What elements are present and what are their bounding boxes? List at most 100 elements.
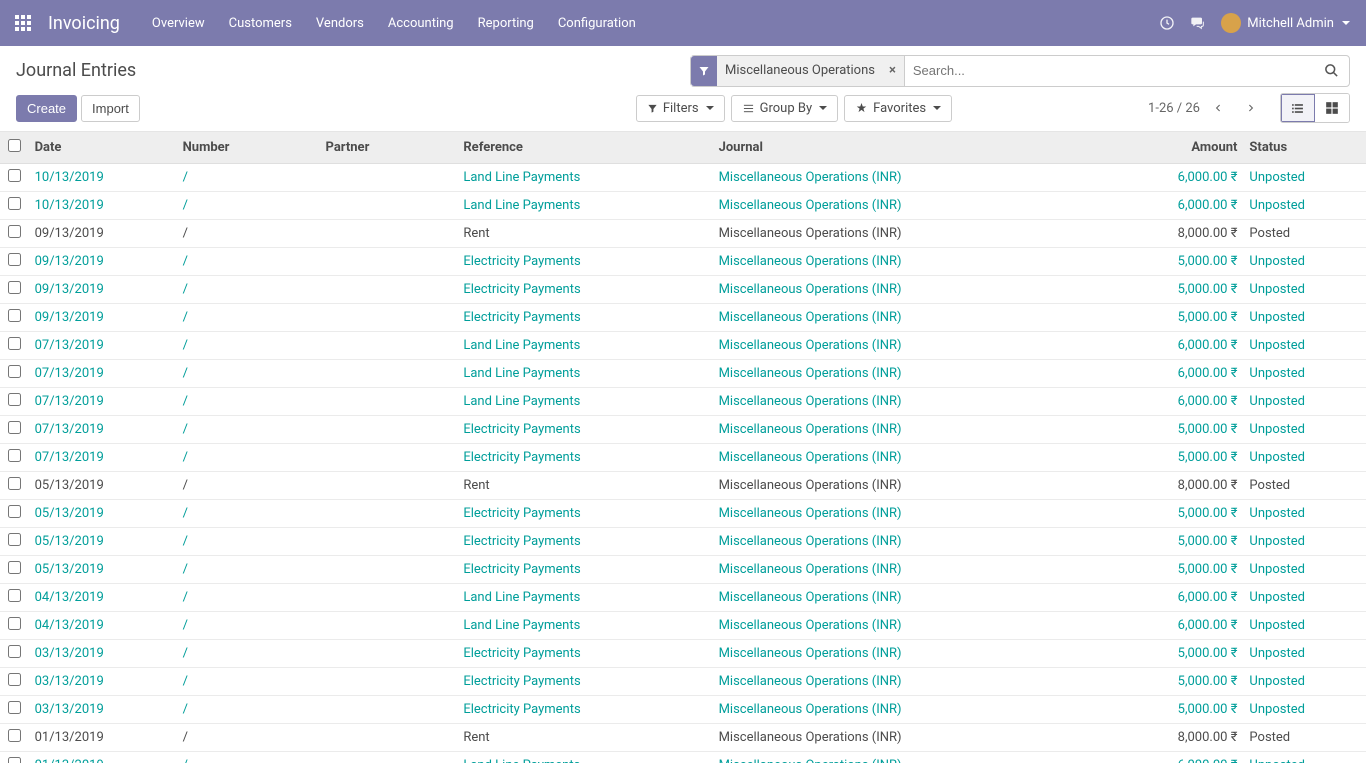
cell-number[interactable]: / [183,702,188,717]
cell-number[interactable]: / [183,562,188,577]
table-row[interactable]: 05/13/2019/Electricity PaymentsMiscellan… [0,556,1366,584]
select-all-checkbox[interactable] [8,139,21,152]
cell-amount[interactable]: 6,000.00 ₹ [1178,618,1238,633]
table-row[interactable]: 03/13/2019/Electricity PaymentsMiscellan… [0,668,1366,696]
menu-customers[interactable]: Customers [217,2,304,45]
groupby-dropdown[interactable]: Group By [731,95,839,122]
cell-number[interactable]: / [183,646,188,661]
row-checkbox[interactable] [8,421,21,434]
cell-status[interactable]: Unposted [1249,198,1305,213]
cell-reference[interactable]: Electricity Payments [463,254,580,269]
cell-reference[interactable]: Electricity Payments [463,450,580,465]
table-row[interactable]: 07/13/2019/Electricity PaymentsMiscellan… [0,444,1366,472]
list-view-button[interactable] [1281,94,1315,122]
cell-date[interactable]: 09/13/2019 [35,310,104,325]
table-scroll[interactable]: Date Number Partner Reference Journal Am… [0,131,1366,763]
table-row[interactable]: 07/13/2019/Land Line PaymentsMiscellaneo… [0,332,1366,360]
messages-icon[interactable] [1189,15,1207,31]
create-button[interactable]: Create [16,95,77,122]
cell-amount[interactable]: 6,000.00 ₹ [1178,758,1238,763]
row-checkbox[interactable] [8,757,21,763]
cell-amount[interactable]: 5,000.00 ₹ [1178,562,1238,577]
cell-number[interactable]: / [183,170,188,185]
row-checkbox[interactable] [8,729,21,742]
cell-number[interactable]: / [183,422,188,437]
cell-status[interactable]: Unposted [1249,674,1305,689]
col-partner[interactable]: Partner [320,132,458,164]
cell-status[interactable]: Unposted [1249,590,1305,605]
cell-reference[interactable]: Electricity Payments [463,646,580,661]
search-input[interactable] [905,63,1314,78]
cell-number[interactable]: / [183,674,188,689]
menu-overview[interactable]: Overview [140,2,217,45]
cell-date[interactable]: 07/13/2019 [35,450,104,465]
cell-journal[interactable]: Miscellaneous Operations (INR) [719,562,902,577]
cell-number[interactable]: / [183,254,188,269]
table-row[interactable]: 10/13/2019/Land Line PaymentsMiscellaneo… [0,164,1366,192]
table-row[interactable]: 07/13/2019/Electricity PaymentsMiscellan… [0,416,1366,444]
cell-number[interactable]: / [183,618,188,633]
cell-amount[interactable]: 6,000.00 ₹ [1178,590,1238,605]
cell-journal[interactable]: Miscellaneous Operations (INR) [719,618,902,633]
cell-date[interactable]: 05/13/2019 [35,506,104,521]
cell-journal[interactable]: Miscellaneous Operations (INR) [719,282,902,297]
row-checkbox[interactable] [8,561,21,574]
table-row[interactable]: 03/13/2019/Electricity PaymentsMiscellan… [0,696,1366,724]
favorites-dropdown[interactable]: Favorites [844,95,952,122]
col-reference[interactable]: Reference [457,132,712,164]
cell-journal[interactable]: Miscellaneous Operations (INR) [719,198,902,213]
cell-journal[interactable]: Miscellaneous Operations (INR) [719,450,902,465]
cell-date[interactable]: 09/13/2019 [35,254,104,269]
cell-amount[interactable]: 5,000.00 ₹ [1178,310,1238,325]
cell-journal[interactable]: Miscellaneous Operations (INR) [719,534,902,549]
facet-remove-icon[interactable]: × [881,63,904,78]
row-checkbox[interactable] [8,197,21,210]
cell-status[interactable]: Unposted [1249,702,1305,717]
apps-icon[interactable] [8,15,38,31]
cell-status[interactable]: Unposted [1249,394,1305,409]
row-checkbox[interactable] [8,337,21,350]
cell-reference[interactable]: Electricity Payments [463,282,580,297]
menu-vendors[interactable]: Vendors [304,2,376,45]
cell-amount[interactable]: 5,000.00 ₹ [1178,674,1238,689]
row-checkbox[interactable] [8,617,21,630]
cell-date[interactable]: 01/13/2019 [35,758,104,763]
cell-journal[interactable]: Miscellaneous Operations (INR) [719,702,902,717]
cell-date[interactable]: 03/13/2019 [35,646,104,661]
pager-prev[interactable] [1206,94,1232,122]
row-checkbox[interactable] [8,533,21,546]
cell-reference[interactable]: Land Line Payments [463,198,580,213]
table-row[interactable]: 09/13/2019/Electricity PaymentsMiscellan… [0,304,1366,332]
cell-status[interactable]: Unposted [1249,646,1305,661]
cell-journal[interactable]: Miscellaneous Operations (INR) [719,310,902,325]
cell-journal[interactable]: Miscellaneous Operations (INR) [719,758,902,763]
cell-amount[interactable]: 5,000.00 ₹ [1178,506,1238,521]
cell-number[interactable]: / [183,758,188,763]
cell-amount[interactable]: 6,000.00 ₹ [1178,198,1238,213]
cell-date[interactable]: 07/13/2019 [35,366,104,381]
cell-journal[interactable]: Miscellaneous Operations (INR) [719,646,902,661]
cell-number[interactable]: / [183,366,188,381]
cell-status[interactable]: Unposted [1249,618,1305,633]
cell-number[interactable]: / [183,338,188,353]
row-checkbox[interactable] [8,673,21,686]
cell-number[interactable]: / [183,590,188,605]
table-row[interactable]: 09/13/2019/Electricity PaymentsMiscellan… [0,276,1366,304]
cell-date[interactable]: 05/13/2019 [35,534,104,549]
row-checkbox[interactable] [8,365,21,378]
cell-journal[interactable]: Miscellaneous Operations (INR) [719,394,902,409]
cell-date[interactable]: 07/13/2019 [35,422,104,437]
table-row[interactable]: 05/13/2019/Electricity PaymentsMiscellan… [0,528,1366,556]
cell-date[interactable]: 03/13/2019 [35,702,104,717]
cell-reference[interactable]: Land Line Payments [463,394,580,409]
kanban-view-button[interactable] [1315,94,1349,122]
menu-reporting[interactable]: Reporting [466,2,546,45]
cell-date[interactable]: 04/13/2019 [35,618,104,633]
cell-date[interactable]: 05/13/2019 [35,562,104,577]
row-checkbox[interactable] [8,393,21,406]
cell-amount[interactable]: 5,000.00 ₹ [1178,422,1238,437]
row-checkbox[interactable] [8,225,21,238]
cell-status[interactable]: Unposted [1249,254,1305,269]
cell-amount[interactable]: 6,000.00 ₹ [1178,170,1238,185]
cell-status[interactable]: Unposted [1249,506,1305,521]
